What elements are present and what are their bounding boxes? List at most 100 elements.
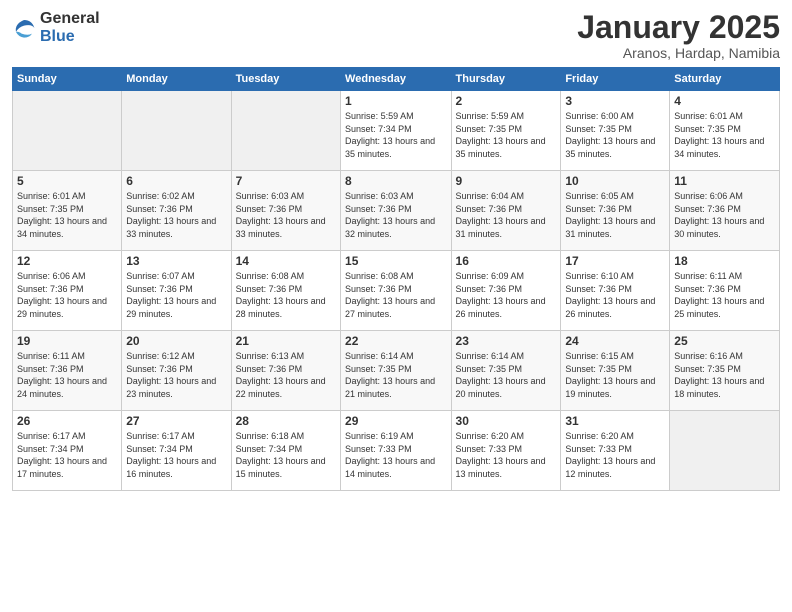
day-cell: 13 Sunrise: 6:07 AM Sunset: 7:36 PM Dayli…: [122, 251, 231, 331]
month-title: January 2025: [577, 10, 780, 45]
day-cell: 9 Sunrise: 6:04 AM Sunset: 7:36 PM Daylig…: [451, 171, 561, 251]
day-info: Sunrise: 6:01 AM Sunset: 7:35 PM Dayligh…: [17, 190, 117, 240]
day-number: 1: [345, 94, 446, 108]
day-info: Sunrise: 6:09 AM Sunset: 7:36 PM Dayligh…: [456, 270, 557, 320]
day-number: 26: [17, 414, 117, 428]
day-number: 19: [17, 334, 117, 348]
weekday-header-sunday: Sunday: [13, 68, 122, 91]
day-cell: [670, 411, 780, 491]
day-cell: 28Sunrise: 6:18 AM Sunset: 7:34 PM Dayli…: [231, 411, 340, 491]
day-cell: 2Sunrise: 5:59 AM Sunset: 7:35 PM Daylig…: [451, 91, 561, 171]
weekday-header-thursday: Thursday: [451, 68, 561, 91]
day-cell: 23Sunrise: 6:14 AM Sunset: 7:35 PM Dayli…: [451, 331, 561, 411]
day-number: 21: [236, 334, 336, 348]
day-number: 4: [674, 94, 775, 108]
weekday-header-wednesday: Wednesday: [341, 68, 451, 91]
day-cell: 15 Sunrise: 6:08 AM Sunset: 7:36 PM Dayli…: [341, 251, 451, 331]
day-info: Sunrise: 6:02 AM Sunset: 7:36 PM Dayligh…: [126, 190, 226, 240]
day-info: Sunrise: 6:16 AM Sunset: 7:35 PM Dayligh…: [674, 350, 775, 400]
day-cell: 31 Sunrise: 6:20 AM Sunset: 7:33 PM Dayli…: [561, 411, 670, 491]
day-info: Sunrise: 6:03 AM Sunset: 7:36 PM Dayligh…: [236, 190, 336, 240]
day-info: Sunrise: 6:07 AM Sunset: 7:36 PM Dayligh…: [126, 270, 226, 320]
weekday-header-monday: Monday: [122, 68, 231, 91]
day-info: Sunrise: 6:04 AM Sunset: 7:36 PM Dayligh…: [456, 190, 557, 240]
day-cell: 10 Sunrise: 6:05 AM Sunset: 7:36 PM Dayli…: [561, 171, 670, 251]
day-number: 18: [674, 254, 775, 268]
header: General Blue January 2025 Aranos, Hardap…: [12, 10, 780, 61]
day-number: 23: [456, 334, 557, 348]
day-info: Sunrise: 5:59 AM Sunset: 7:35 PM Dayligh…: [456, 110, 557, 160]
day-info: Sunrise: 6:05 AM Sunset: 7:36 PM Dayligh…: [565, 190, 665, 240]
day-cell: 21Sunrise: 6:13 AM Sunset: 7:36 PM Dayli…: [231, 331, 340, 411]
day-cell: 25 Sunrise: 6:16 AM Sunset: 7:35 PM Dayli…: [670, 331, 780, 411]
day-cell: 14 Sunrise: 6:08 AM Sunset: 7:36 PM Dayli…: [231, 251, 340, 331]
day-info: Sunrise: 6:11 AM Sunset: 7:36 PM Dayligh…: [17, 350, 117, 400]
day-cell: 6 Sunrise: 6:02 AM Sunset: 7:36 PM Daylig…: [122, 171, 231, 251]
day-info: Sunrise: 6:11 AM Sunset: 7:36 PM Dayligh…: [674, 270, 775, 320]
day-info: Sunrise: 5:59 AM Sunset: 7:34 PM Dayligh…: [345, 110, 446, 160]
day-cell: [13, 91, 122, 171]
day-cell: 18 Sunrise: 6:11 AM Sunset: 7:36 PM Dayli…: [670, 251, 780, 331]
day-info: Sunrise: 6:15 AM Sunset: 7:35 PM Dayligh…: [565, 350, 665, 400]
day-info: Sunrise: 6:06 AM Sunset: 7:36 PM Dayligh…: [674, 190, 775, 240]
logo-general: General: [40, 10, 100, 28]
day-number: 11: [674, 174, 775, 188]
location: Aranos, Hardap, Namibia: [577, 45, 780, 61]
page-container: General Blue January 2025 Aranos, Hardap…: [0, 0, 792, 499]
day-number: 10: [565, 174, 665, 188]
logo: General Blue: [12, 10, 100, 45]
day-number: 13: [126, 254, 226, 268]
day-number: 24: [565, 334, 665, 348]
weekday-header-saturday: Saturday: [670, 68, 780, 91]
day-cell: 1 Sunrise: 5:59 AM Sunset: 7:34 PM Daylig…: [341, 91, 451, 171]
day-cell: 24 Sunrise: 6:15 AM Sunset: 7:35 PM Dayli…: [561, 331, 670, 411]
day-info: Sunrise: 6:18 AM Sunset: 7:34 PM Dayligh…: [236, 430, 336, 480]
day-number: 25: [674, 334, 775, 348]
day-info: Sunrise: 6:19 AM Sunset: 7:33 PM Dayligh…: [345, 430, 446, 480]
logo-blue: Blue: [40, 28, 100, 46]
day-cell: 12Sunrise: 6:06 AM Sunset: 7:36 PM Dayli…: [13, 251, 122, 331]
week-row-1: 1 Sunrise: 5:59 AM Sunset: 7:34 PM Daylig…: [13, 91, 780, 171]
day-number: 9: [456, 174, 557, 188]
day-number: 22: [345, 334, 446, 348]
day-cell: 27 Sunrise: 6:17 AM Sunset: 7:34 PM Dayli…: [122, 411, 231, 491]
day-number: 8: [345, 174, 446, 188]
day-number: 17: [565, 254, 665, 268]
day-number: 16: [456, 254, 557, 268]
week-row-5: 26 Sunrise: 6:17 AM Sunset: 7:34 PM Dayli…: [13, 411, 780, 491]
day-info: Sunrise: 6:20 AM Sunset: 7:33 PM Dayligh…: [456, 430, 557, 480]
day-number: 14: [236, 254, 336, 268]
day-cell: 3Sunrise: 6:00 AM Sunset: 7:35 PM Daylig…: [561, 91, 670, 171]
day-cell: 20Sunrise: 6:12 AM Sunset: 7:36 PM Dayli…: [122, 331, 231, 411]
day-info: Sunrise: 6:01 AM Sunset: 7:35 PM Dayligh…: [674, 110, 775, 160]
day-info: Sunrise: 6:08 AM Sunset: 7:36 PM Dayligh…: [236, 270, 336, 320]
day-number: 31: [565, 414, 665, 428]
day-info: Sunrise: 6:06 AM Sunset: 7:36 PM Dayligh…: [17, 270, 117, 320]
day-number: 15: [345, 254, 446, 268]
day-number: 27: [126, 414, 226, 428]
day-cell: [231, 91, 340, 171]
day-info: Sunrise: 6:00 AM Sunset: 7:35 PM Dayligh…: [565, 110, 665, 160]
day-number: 7: [236, 174, 336, 188]
day-cell: 26Sunrise: 6:17 AM Sunset: 7:34 PM Dayli…: [13, 411, 122, 491]
week-row-2: 5Sunrise: 6:01 AM Sunset: 7:35 PM Daylig…: [13, 171, 780, 251]
day-info: Sunrise: 6:10 AM Sunset: 7:36 PM Dayligh…: [565, 270, 665, 320]
day-cell: 22Sunrise: 6:14 AM Sunset: 7:35 PM Dayli…: [341, 331, 451, 411]
day-cell: 5Sunrise: 6:01 AM Sunset: 7:35 PM Daylig…: [13, 171, 122, 251]
day-cell: 16 Sunrise: 6:09 AM Sunset: 7:36 PM Dayli…: [451, 251, 561, 331]
day-info: Sunrise: 6:08 AM Sunset: 7:36 PM Dayligh…: [345, 270, 446, 320]
day-info: Sunrise: 6:17 AM Sunset: 7:34 PM Dayligh…: [126, 430, 226, 480]
day-cell: [122, 91, 231, 171]
day-cell: 8Sunrise: 6:03 AM Sunset: 7:36 PM Daylig…: [341, 171, 451, 251]
weekday-header-row: SundayMondayTuesdayWednesdayThursdayFrid…: [13, 68, 780, 91]
day-cell: 30Sunrise: 6:20 AM Sunset: 7:33 PM Dayli…: [451, 411, 561, 491]
day-cell: 7 Sunrise: 6:03 AM Sunset: 7:36 PM Daylig…: [231, 171, 340, 251]
title-area: January 2025 Aranos, Hardap, Namibia: [577, 10, 780, 61]
day-number: 6: [126, 174, 226, 188]
weekday-header-friday: Friday: [561, 68, 670, 91]
week-row-4: 19 Sunrise: 6:11 AM Sunset: 7:36 PM Dayli…: [13, 331, 780, 411]
day-info: Sunrise: 6:20 AM Sunset: 7:33 PM Dayligh…: [565, 430, 665, 480]
day-info: Sunrise: 6:12 AM Sunset: 7:36 PM Dayligh…: [126, 350, 226, 400]
weekday-header-tuesday: Tuesday: [231, 68, 340, 91]
day-cell: 17 Sunrise: 6:10 AM Sunset: 7:36 PM Dayli…: [561, 251, 670, 331]
